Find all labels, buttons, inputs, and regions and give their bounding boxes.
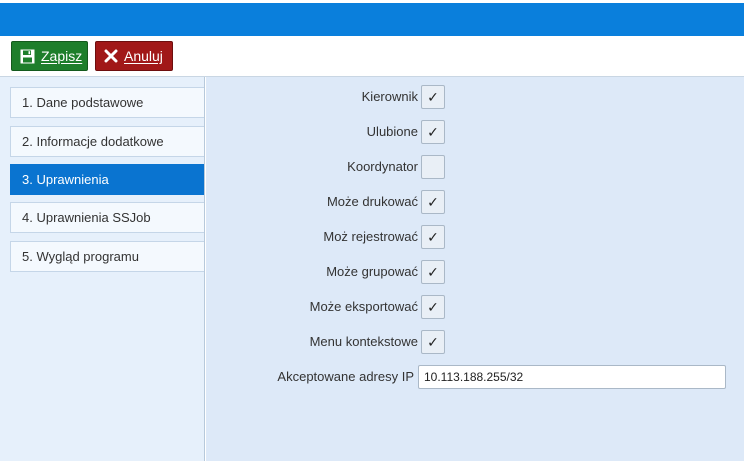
floppy-disk-icon <box>20 49 35 64</box>
sidebar-item-label: 1. Dane podstawowe <box>22 95 144 110</box>
checkbox-moz-rejestrowac[interactable]: ✓ <box>421 225 445 249</box>
form-row-ulubione: Ulubione ✓ <box>206 118 744 146</box>
sidebar-item-wyglad-programu[interactable]: 5. Wygląd programu <box>10 241 204 272</box>
checkbox-menu-kontekstowe[interactable]: ✓ <box>421 330 445 354</box>
field-label: Może grupować <box>326 264 418 279</box>
sidebar-item-label: 5. Wygląd programu <box>22 249 139 264</box>
save-button-label: Zapisz <box>41 48 83 64</box>
field-label: Akceptowane adresy IP <box>277 369 414 384</box>
checkbox-moze-drukowac[interactable]: ✓ <box>421 190 445 214</box>
form-row-kierownik: Kierownik ✓ <box>206 83 744 111</box>
form-row-moze-drukowac: Może drukować ✓ <box>206 188 744 216</box>
checkbox-ulubione[interactable]: ✓ <box>421 120 445 144</box>
sidebar-item-uprawnienia[interactable]: 3. Uprawnienia <box>10 164 204 195</box>
sidebar-item-label: 2. Informacje dodatkowe <box>22 134 164 149</box>
form-row-moz-rejestrowac: Moż rejestrować ✓ <box>206 223 744 251</box>
checkbox-moze-eksportowac[interactable]: ✓ <box>421 295 445 319</box>
form-row-menu-kontekstowe: Menu kontekstowe ✓ <box>206 328 744 356</box>
sidebar-nav: 1. Dane podstawowe 2. Informacje dodatko… <box>0 77 205 461</box>
sidebar-item-uprawnienia-ssjob[interactable]: 4. Uprawnienia SSJob <box>10 202 204 233</box>
cancel-button-label: Anuluj <box>124 48 163 64</box>
field-label: Koordynator <box>347 159 418 174</box>
field-label: Może eksportować <box>309 299 418 314</box>
cancel-button[interactable]: Anuluj <box>95 41 173 71</box>
ip-address-input[interactable] <box>418 365 726 389</box>
form-row-moze-eksportowac: Może eksportować ✓ <box>206 293 744 321</box>
field-label: Kierownik <box>361 89 418 104</box>
sidebar-item-dane-podstawowe[interactable]: 1. Dane podstawowe <box>10 87 204 118</box>
toolbar: Zapisz Anuluj <box>0 36 744 77</box>
form-row-akceptowane-adresy-ip: Akceptowane adresy IP <box>206 363 744 391</box>
form-row-koordynator: Koordynator <box>206 153 744 181</box>
field-label: Moż rejestrować <box>323 229 418 244</box>
checkbox-koordynator[interactable] <box>421 155 445 179</box>
sidebar-item-label: 3. Uprawnienia <box>22 172 109 187</box>
permissions-form: Kierownik ✓ Ulubione ✓ Koordynator Może … <box>206 77 744 461</box>
save-button[interactable]: Zapisz <box>11 41 88 71</box>
sidebar-item-label: 4. Uprawnienia SSJob <box>22 210 151 225</box>
form-row-moze-grupowac: Może grupować ✓ <box>206 258 744 286</box>
field-label: Ulubione <box>366 124 418 139</box>
sidebar-item-informacje-dodatkowe[interactable]: 2. Informacje dodatkowe <box>10 126 204 157</box>
checkbox-kierownik[interactable]: ✓ <box>421 85 445 109</box>
field-label: Menu kontekstowe <box>309 334 418 349</box>
close-x-icon <box>104 49 118 63</box>
window-title-bar <box>0 3 744 36</box>
field-label: Może drukować <box>326 194 418 209</box>
checkbox-moze-grupowac[interactable]: ✓ <box>421 260 445 284</box>
